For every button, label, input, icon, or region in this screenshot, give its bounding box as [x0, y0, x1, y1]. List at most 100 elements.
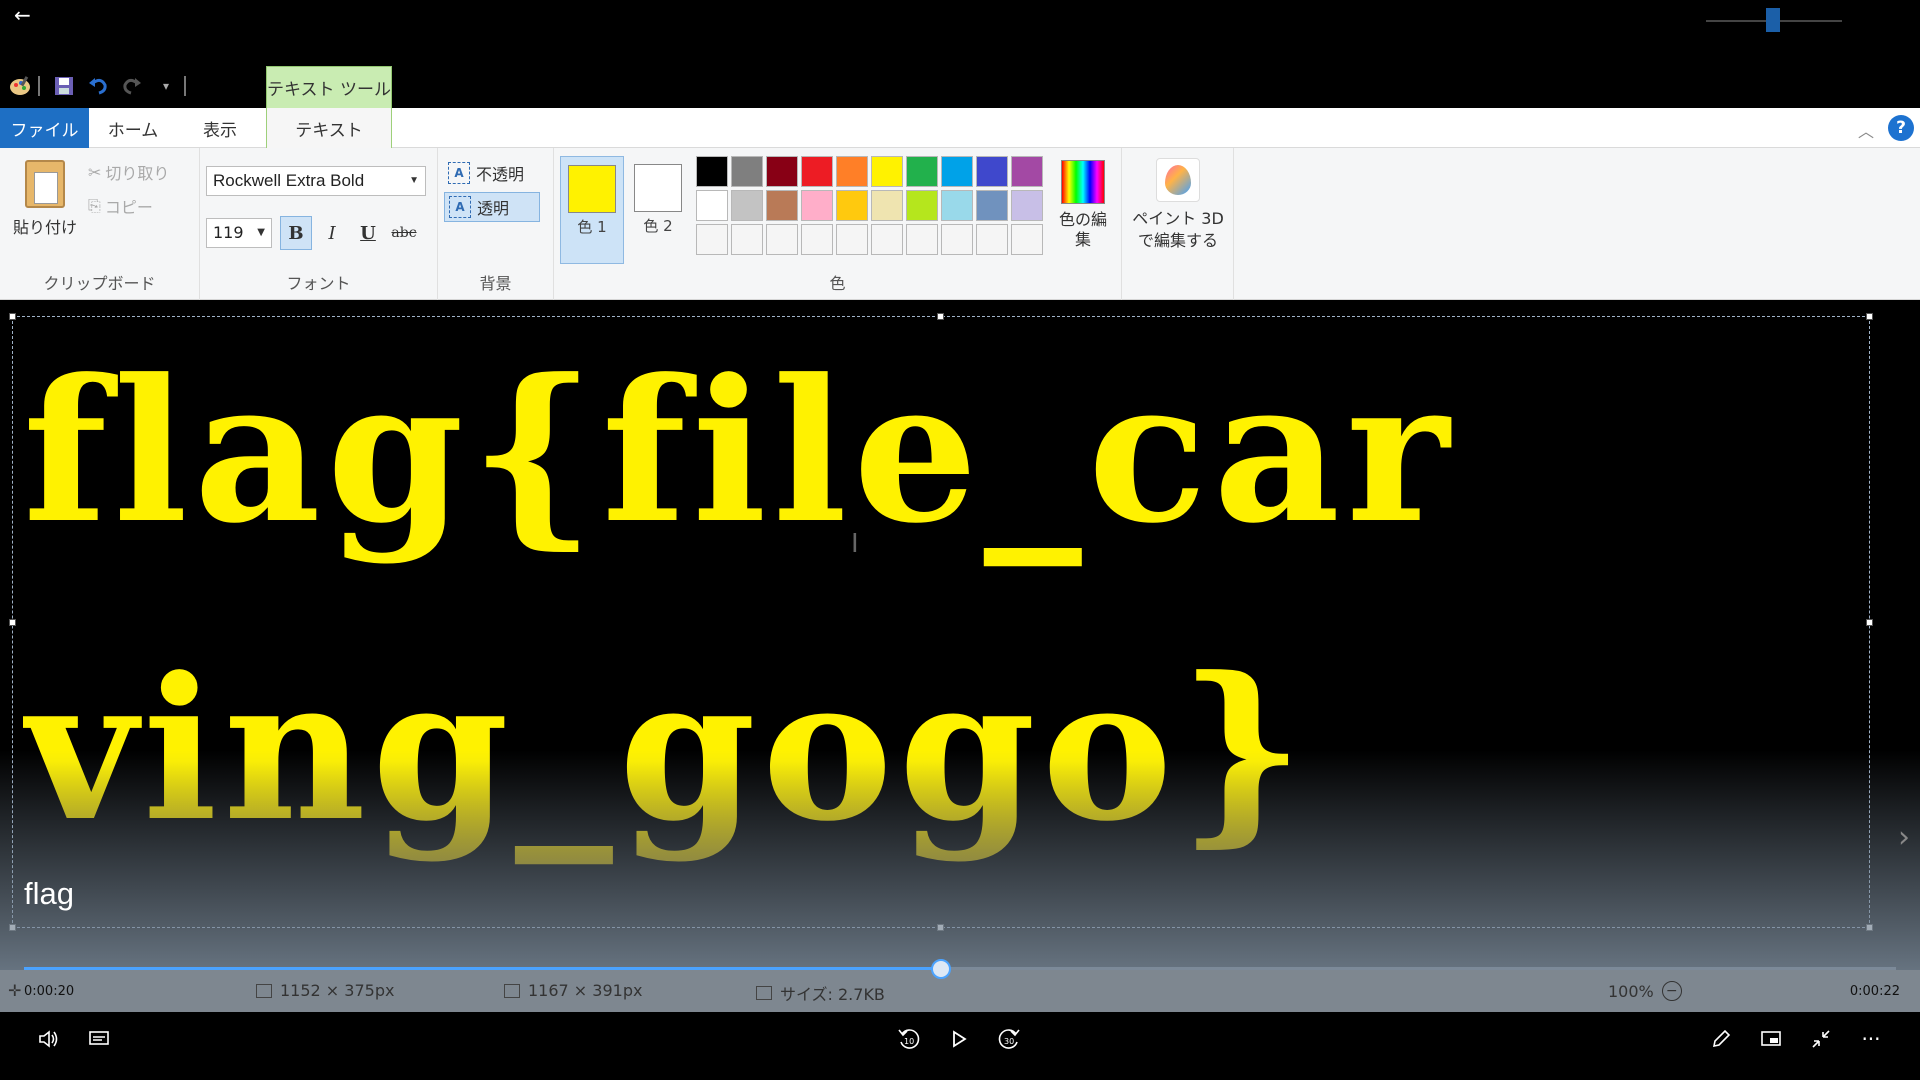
tab-text[interactable]: テキスト: [266, 108, 392, 149]
resize-handle[interactable]: [937, 313, 944, 320]
palette-swatch[interactable]: [836, 224, 868, 255]
subtitles-icon[interactable]: [84, 1024, 114, 1054]
resize-handle[interactable]: [1866, 924, 1873, 931]
edit-colors-label: 色の編集: [1058, 210, 1107, 249]
palette-swatch[interactable]: [941, 190, 973, 221]
zoom-level: 100% −: [1608, 981, 1682, 1001]
palette-swatch[interactable]: [871, 190, 903, 221]
play-icon[interactable]: [944, 1024, 974, 1054]
image-size: 1167 × 391px: [504, 981, 642, 1000]
mini-view-icon[interactable]: [1756, 1024, 1786, 1054]
bold-button[interactable]: B: [280, 216, 312, 250]
svg-text:10: 10: [904, 1037, 914, 1046]
palette-swatch[interactable]: [696, 224, 728, 255]
resize-handle[interactable]: [9, 619, 16, 626]
palette-swatch[interactable]: [801, 156, 833, 187]
toolbar-separator: [38, 76, 40, 96]
palette-swatch[interactable]: [1011, 190, 1043, 221]
strikethrough-button[interactable]: abc: [388, 216, 420, 250]
chevron-down-icon: ▼: [257, 227, 265, 238]
resize-handle[interactable]: [1866, 313, 1873, 320]
font-family-select[interactable]: Rockwell Extra Bold ▼: [206, 166, 426, 196]
paint3d-label: ペイント 3D で編集する: [1132, 209, 1224, 250]
resize-handle[interactable]: [937, 924, 944, 931]
status-bar: ✛ 1152 × 375px 1167 × 391px サイズ: 2.7KB 1…: [0, 970, 1920, 1012]
rewind-10-icon[interactable]: 10: [894, 1024, 924, 1054]
palette-swatch[interactable]: [836, 190, 868, 221]
font-size-select[interactable]: 119 ▼: [206, 218, 272, 248]
resize-handle[interactable]: [9, 313, 16, 320]
paste-button[interactable]: 貼り付け: [10, 156, 80, 246]
palette-swatch[interactable]: [976, 156, 1008, 187]
text-transparent-icon: A: [449, 196, 471, 218]
palette-swatch[interactable]: [906, 156, 938, 187]
palette-swatch[interactable]: [906, 224, 938, 255]
text-cursor-icon: I: [851, 529, 859, 559]
edit-pencil-icon[interactable]: [1706, 1024, 1736, 1054]
save-icon[interactable]: [50, 72, 78, 100]
selection-size-text: 1152 × 375px: [280, 981, 395, 1000]
forward-30-icon[interactable]: 30: [994, 1024, 1024, 1054]
canvas-workspace: flag{file_car ving_gogo} I ›: [0, 300, 1920, 970]
underline-button[interactable]: U: [352, 216, 384, 250]
palette-swatch[interactable]: [696, 190, 728, 221]
palette-swatch[interactable]: [976, 224, 1008, 255]
palette-swatch[interactable]: [976, 190, 1008, 221]
redo-icon[interactable]: [118, 72, 146, 100]
seek-bar[interactable]: [24, 967, 1896, 970]
palette-swatch[interactable]: [1011, 224, 1043, 255]
palette-swatch[interactable]: [801, 224, 833, 255]
help-icon[interactable]: ?: [1888, 115, 1914, 141]
palette-swatch[interactable]: [731, 190, 763, 221]
palette-swatch[interactable]: [766, 190, 798, 221]
color1-button[interactable]: 色 1: [560, 156, 624, 264]
palette-swatch[interactable]: [801, 190, 833, 221]
canvas[interactable]: flag{file_car ving_gogo} I: [9, 313, 1873, 931]
resize-handle[interactable]: [1866, 619, 1873, 626]
palette-swatch[interactable]: [836, 156, 868, 187]
color1-swatch: [568, 165, 616, 213]
chevron-down-icon: ▼: [409, 175, 419, 186]
exit-fullscreen-icon[interactable]: [1806, 1024, 1836, 1054]
chevron-right-icon[interactable]: ›: [1898, 820, 1910, 855]
tab-file[interactable]: ファイル: [0, 108, 89, 148]
edit-with-paint3d-button[interactable]: ペイント 3D で編集する: [1128, 158, 1228, 252]
palette-swatch[interactable]: [941, 156, 973, 187]
collapse-ribbon-icon[interactable]: ︿: [1856, 118, 1876, 141]
transparent-button[interactable]: A 透明: [444, 192, 540, 222]
cut-label: 切り取り: [105, 164, 170, 183]
palette-swatch[interactable]: [871, 224, 903, 255]
palette-swatch[interactable]: [941, 224, 973, 255]
tab-home[interactable]: ホーム: [92, 108, 174, 148]
palette-swatch[interactable]: [731, 224, 763, 255]
canvas-text-line-1[interactable]: flag{file_car: [23, 337, 1455, 567]
opaque-button[interactable]: A 不透明: [444, 158, 540, 188]
italic-button[interactable]: I: [316, 216, 348, 250]
palette-swatch[interactable]: [766, 156, 798, 187]
clipboard-group-label: クリップボード: [43, 274, 156, 293]
zoom-slider-thumb[interactable]: [1766, 8, 1780, 32]
palette-swatch[interactable]: [906, 190, 938, 221]
volume-icon[interactable]: [34, 1024, 64, 1054]
back-arrow-icon[interactable]: ←: [14, 4, 34, 26]
selection-icon: [256, 983, 272, 998]
customize-toolbar-icon[interactable]: ▾: [152, 72, 180, 100]
more-options-icon[interactable]: ···: [1856, 1024, 1886, 1054]
palette-swatch[interactable]: [1011, 156, 1043, 187]
copy-button[interactable]: ⎘ コピー: [88, 194, 153, 218]
current-time: 0:00:20: [24, 984, 75, 999]
palette-swatch[interactable]: [696, 156, 728, 187]
canvas-text-line-2[interactable]: ving_gogo}: [23, 635, 1311, 865]
cut-button[interactable]: ✂ 切り取り: [88, 160, 169, 184]
text-opaque-icon: A: [448, 162, 470, 184]
tab-view[interactable]: 表示: [178, 108, 262, 148]
edit-colors-button[interactable]: 色の編集: [1052, 160, 1114, 250]
color-spectrum-icon: [1061, 160, 1105, 204]
palette-swatch[interactable]: [871, 156, 903, 187]
color2-button[interactable]: 色 2: [626, 156, 690, 264]
zoom-out-icon[interactable]: −: [1661, 981, 1682, 1001]
palette-swatch[interactable]: [731, 156, 763, 187]
palette-swatch[interactable]: [766, 224, 798, 255]
undo-icon[interactable]: [84, 72, 112, 100]
resize-handle[interactable]: [9, 924, 16, 931]
